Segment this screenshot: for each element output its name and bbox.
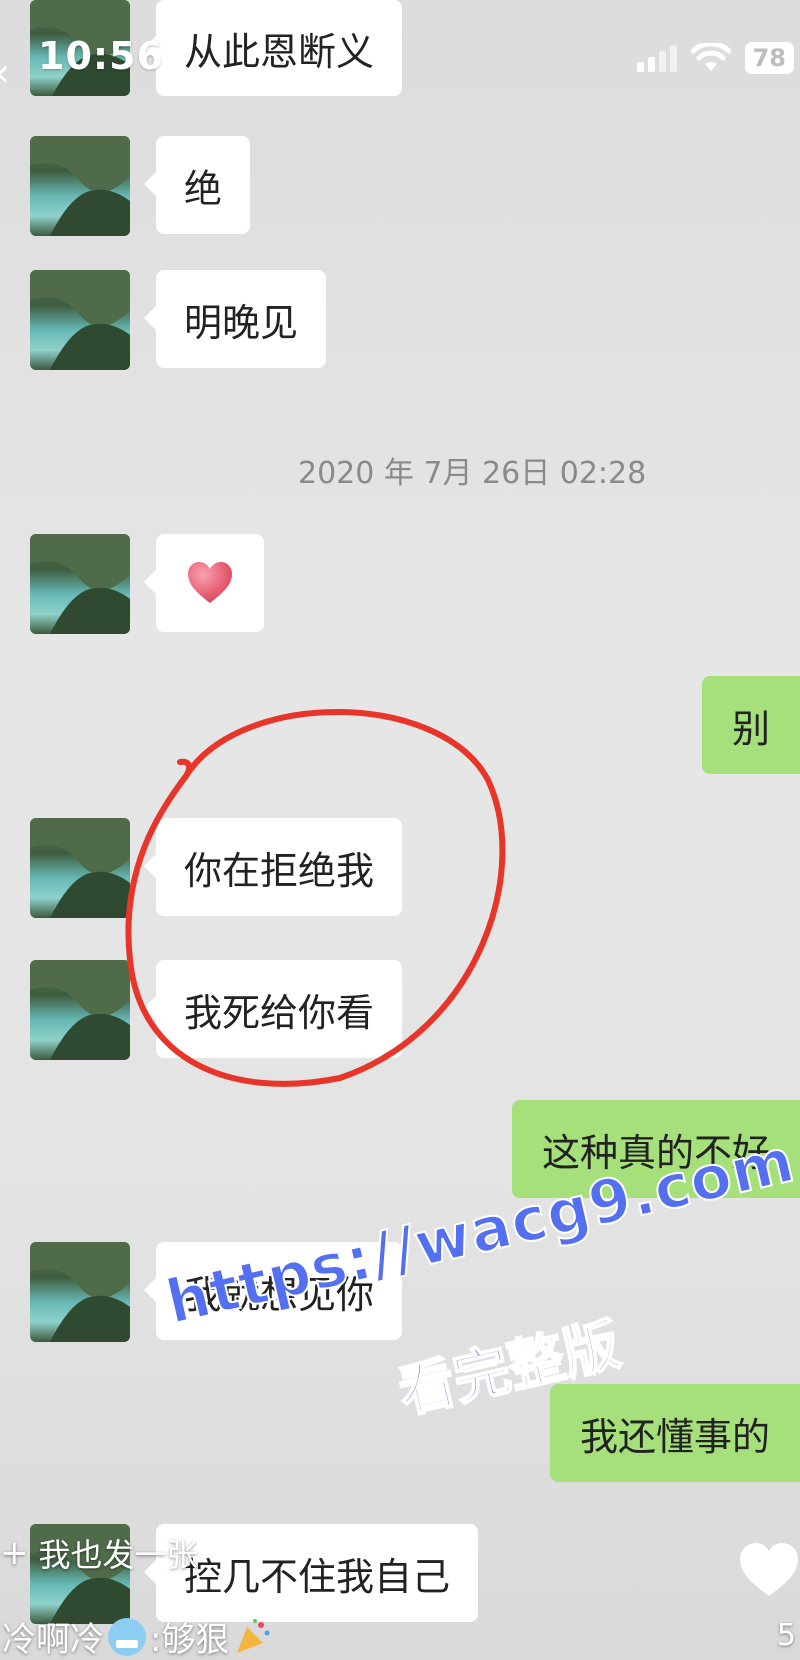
status-icons: 78 [636,42,794,74]
message-row: 你在拒绝我 [30,818,403,918]
contact-avatar[interactable] [30,534,130,634]
outgoing-bubble: 我还懂事的 [549,1384,800,1482]
incoming-bubble: 从此恩断义 [143,0,403,96]
party-popper-emoji-icon [237,1618,270,1653]
contact-avatar[interactable] [30,270,130,370]
cold-face-emoji-icon [108,1617,146,1656]
incoming-bubble: 明晚见 [143,270,327,368]
contact-avatar[interactable] [30,136,130,236]
like-count: 5 [776,1618,796,1653]
incoming-bubble-sticker [144,534,264,632]
battery-indicator: 78 [744,42,794,74]
comment-text-2: :够狠 [150,1620,230,1660]
message-row: 我还懂事的 [549,1384,800,1482]
contact-avatar[interactable] [30,960,130,1060]
message-row: 我死给你看 [30,960,403,1060]
chat-screen: ‹ 10:56 78 从此恩断义 绝 明晚见 2020 年 7月 26日 02:… [0,0,800,1660]
contact-avatar[interactable] [30,818,130,918]
wifi-icon [690,43,731,71]
message-row: 别 [701,676,800,774]
incoming-bubble: 你在拒绝我 [143,818,403,916]
contact-avatar[interactable] [30,1242,130,1342]
back-arrow-icon[interactable]: ‹ [0,50,10,96]
message-row: 明晚见 [30,270,327,370]
status-time: 10:56 [38,34,164,78]
message-row [30,534,264,634]
comment-text-1: 冷啊冷 [2,1620,104,1660]
share-prompt-text: 我也发一张 [38,1536,199,1574]
message-row: 这种真的不好 [511,1100,800,1198]
like-heart-icon[interactable] [738,1540,800,1600]
incoming-bubble: 控几不住我自己 [143,1524,479,1622]
signal-icon [636,44,677,72]
outgoing-bubble: 这种真的不好 [511,1100,800,1198]
plus-icon: + [0,1533,29,1573]
incoming-bubble: 我死给你看 [143,960,403,1058]
message-row: 我就想见你 [30,1242,403,1342]
share-prompt[interactable]: + 我也发一张 [0,1530,199,1576]
red-heart-icon [188,562,232,603]
message-row: 绝 [30,136,251,236]
danmaku-comment: 冷啊冷 :够狠 [2,1612,273,1660]
outgoing-bubble: 别 [701,676,800,774]
chat-timestamp: 2020 年 7月 26日 02:28 [298,456,647,491]
incoming-bubble: 我就想见你 [143,1242,403,1340]
incoming-bubble: 绝 [143,136,251,234]
